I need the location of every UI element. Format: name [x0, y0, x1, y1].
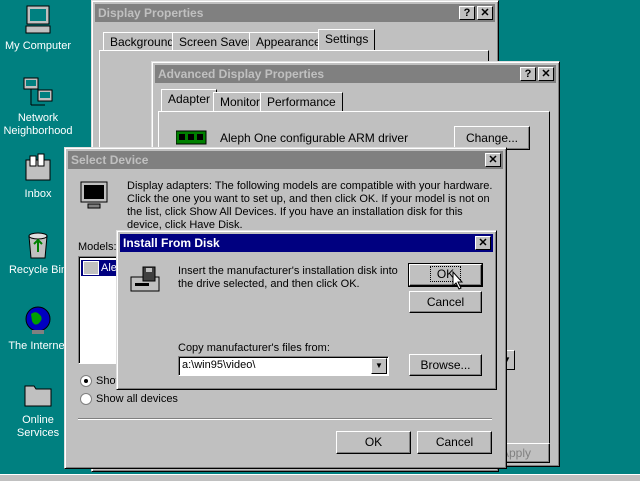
- window-title: Install From Disk: [123, 236, 220, 250]
- tab-adapter[interactable]: Adapter: [161, 89, 218, 112]
- close-button[interactable]: ✕: [475, 236, 491, 250]
- description-line-2: Click the one you want to set up, and th…: [127, 193, 490, 205]
- driver-name: Aleph One configurable ARM driver: [220, 131, 409, 145]
- copy-path-value: a:\win95\video\: [182, 359, 256, 371]
- advanced-titlebar: Advanced Display Properties ? ✕: [155, 65, 556, 83]
- desktop-icon-label: My Computer: [4, 40, 72, 52]
- tab-monitor[interactable]: Monitor: [213, 92, 268, 111]
- dropdown-arrow-button[interactable]: ▼: [371, 358, 387, 374]
- select-device-titlebar: Select Device ✕: [68, 151, 503, 169]
- description-line-3: the list, click Show All Devices. If you…: [127, 206, 463, 218]
- display-adapter-icon: [175, 130, 208, 146]
- network-neighborhood-icon: [22, 76, 54, 108]
- window-title: Advanced Display Properties: [158, 67, 325, 81]
- desktop-icon-label: Network Neighborhood: [3, 112, 73, 137]
- window-title: Select Device: [71, 153, 149, 167]
- disk-drive-icon: [129, 265, 161, 297]
- ok-button[interactable]: OK: [336, 431, 411, 454]
- desktop-icon-network[interactable]: Network Neighborhood: [0, 76, 76, 138]
- ok-button[interactable]: OK: [408, 263, 483, 287]
- inbox-icon: [22, 152, 54, 184]
- help-button[interactable]: ?: [459, 6, 475, 20]
- monitor-icon: [78, 180, 110, 212]
- window-title: Display Properties: [98, 6, 204, 20]
- separator: [78, 418, 492, 420]
- desktop-icon-my-computer[interactable]: My Computer: [0, 4, 76, 53]
- my-computer-icon: [22, 4, 54, 36]
- display-properties-titlebar: Display Properties ? ✕: [95, 4, 495, 22]
- show-all-radio[interactable]: [80, 393, 92, 405]
- model-icon: [83, 261, 99, 276]
- tab-performance[interactable]: Performance: [260, 92, 343, 111]
- models-label: Models:: [78, 241, 117, 253]
- message-line-2: the drive selected, and then click OK.: [178, 278, 360, 290]
- recycle-bin-icon: [22, 228, 54, 260]
- close-button[interactable]: ✕: [538, 67, 554, 81]
- show-compatible-radio[interactable]: [80, 375, 92, 387]
- close-button[interactable]: ✕: [477, 6, 493, 20]
- folder-icon: [22, 378, 54, 410]
- cancel-button[interactable]: Cancel: [409, 291, 482, 313]
- internet-globe-icon: [22, 304, 54, 336]
- help-button[interactable]: ?: [520, 67, 536, 81]
- browse-button[interactable]: Browse...: [409, 354, 482, 376]
- cancel-button[interactable]: Cancel: [417, 431, 492, 454]
- show-all-label: Show all devices: [96, 393, 178, 405]
- description-line-1: Display adapters: The following models a…: [127, 180, 493, 192]
- install-from-disk-titlebar: Install From Disk ✕: [120, 234, 493, 252]
- install-from-disk-dialog: Install From Disk ✕ Insert the manufactu…: [116, 230, 497, 390]
- message-line-1: Insert the manufacturer's installation d…: [178, 265, 398, 277]
- tab-screen-saver[interactable]: Screen Saver: [172, 32, 259, 51]
- close-button[interactable]: ✕: [485, 153, 501, 167]
- tab-settings[interactable]: Settings: [318, 29, 376, 51]
- copy-files-label: Copy manufacturer's files from:: [178, 342, 330, 354]
- tab-background[interactable]: Background: [103, 32, 182, 51]
- copy-path-combobox[interactable]: a:\win95\video\ ▼: [178, 356, 389, 376]
- mouse-cursor-icon: [452, 270, 464, 291]
- tab-appearance[interactable]: Appearance: [249, 32, 328, 51]
